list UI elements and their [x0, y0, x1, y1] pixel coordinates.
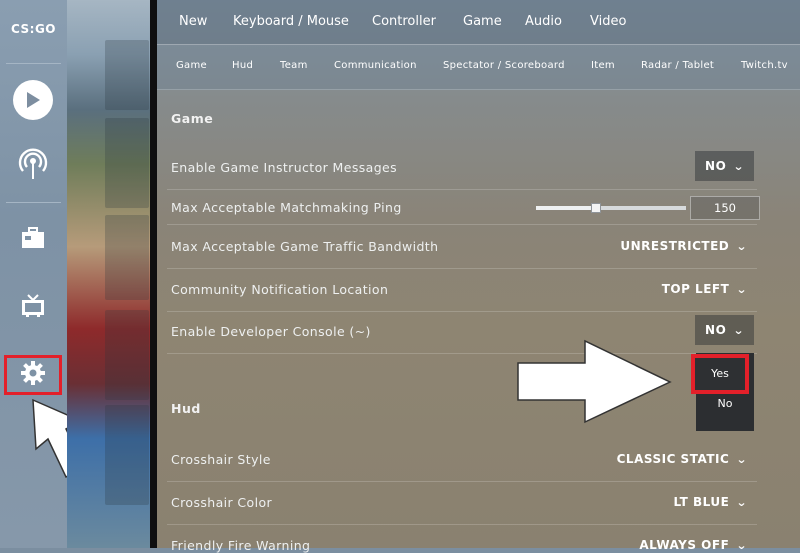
- subtab-hud[interactable]: Hud: [232, 60, 253, 71]
- chevron-down-icon: ⌄: [736, 240, 748, 253]
- dropdown-value: CLASSIC STATIC: [616, 452, 730, 466]
- setting-label: Crosshair Color: [171, 495, 273, 510]
- sub-nav: Game Hud Team Communication Spectator / …: [157, 44, 800, 90]
- dropdown-value: NO: [705, 323, 727, 337]
- setting-label: Community Notification Location: [171, 282, 389, 297]
- setting-label: Max Acceptable Game Traffic Bandwidth: [171, 239, 439, 254]
- chevron-down-icon: ⌄: [736, 539, 748, 552]
- settings-panel: New Keyboard / Mouse Controller Game Aud…: [157, 0, 800, 553]
- blurred-tile: [105, 310, 149, 400]
- sidebar-divider: [6, 63, 61, 64]
- chevron-down-icon: ⌄: [733, 160, 745, 173]
- dropdown-value: NO: [705, 159, 727, 173]
- sidebar-item-watch[interactable]: [13, 288, 53, 328]
- sidebar-divider: [6, 202, 61, 203]
- tab-game[interactable]: Game: [463, 14, 502, 29]
- slider-fill: [536, 206, 596, 210]
- gear-icon: [21, 361, 45, 389]
- crosshair-color-dropdown[interactable]: LT BLUE ⌄: [673, 495, 747, 509]
- chevron-down-icon: ⌄: [733, 324, 745, 337]
- sidebar-item-inventory[interactable]: [13, 220, 53, 260]
- subtab-game[interactable]: Game: [176, 60, 207, 71]
- developer-console-dropdown[interactable]: NO ⌄: [695, 315, 754, 345]
- sidebar: CS:GO: [0, 0, 85, 548]
- subtab-team[interactable]: Team: [280, 60, 308, 71]
- subtab-twitch[interactable]: Twitch.tv: [741, 60, 788, 71]
- dropdown-option-yes[interactable]: Yes: [691, 354, 749, 394]
- panel-divider: [150, 0, 157, 548]
- subtab-communication[interactable]: Communication: [334, 60, 417, 71]
- setting-row: Enable Game Instructor Messages NO ⌄: [167, 147, 757, 190]
- setting-row: Community Notification Location TOP LEFT…: [167, 268, 757, 312]
- subtab-item[interactable]: Item: [591, 60, 615, 71]
- pointer-arrow-right: [517, 339, 672, 424]
- setting-label: Crosshair Style: [171, 452, 271, 467]
- blurred-tile: [105, 215, 149, 300]
- chevron-down-icon: ⌄: [736, 283, 748, 296]
- tab-keyboard-mouse[interactable]: Keyboard / Mouse: [233, 14, 349, 29]
- dropdown-value: TOP LEFT: [661, 282, 730, 296]
- sidebar-item-broadcast[interactable]: [13, 147, 53, 187]
- broadcast-icon: [18, 148, 48, 186]
- sidebar-item-play[interactable]: [13, 80, 53, 120]
- dropdown-option-no[interactable]: No: [696, 397, 754, 410]
- setting-row: Max Acceptable Game Traffic Bandwidth UN…: [167, 225, 757, 269]
- csgo-logo: CS:GO: [10, 22, 57, 36]
- notification-location-dropdown[interactable]: TOP LEFT ⌄: [661, 282, 748, 296]
- play-icon: [13, 80, 53, 120]
- friendly-fire-dropdown[interactable]: ALWAYS OFF ⌄: [639, 538, 747, 552]
- ping-slider[interactable]: [536, 203, 686, 213]
- dropdown-value: LT BLUE: [673, 495, 730, 509]
- tab-video[interactable]: Video: [590, 14, 626, 29]
- subtab-radar-tablet[interactable]: Radar / Tablet: [641, 60, 714, 71]
- instructor-messages-dropdown[interactable]: NO ⌄: [695, 151, 754, 181]
- briefcase-icon: [20, 226, 46, 254]
- crosshair-style-dropdown[interactable]: CLASSIC STATIC ⌄: [616, 452, 748, 466]
- section-title-hud: Hud: [171, 401, 201, 416]
- setting-row: Crosshair Color LT BLUE ⌄: [167, 481, 757, 525]
- subtab-spectator-scoreboard[interactable]: Spectator / Scoreboard: [443, 60, 565, 71]
- setting-label: Max Acceptable Matchmaking Ping: [171, 200, 402, 215]
- setting-label: Enable Developer Console (~): [171, 324, 371, 339]
- blurred-tile: [105, 40, 149, 110]
- tv-icon: [20, 293, 46, 323]
- setting-row: Friendly Fire Warning ALWAYS OFF ⌄: [167, 524, 757, 553]
- chevron-down-icon: ⌄: [736, 496, 748, 509]
- dropdown-value: UNRESTRICTED: [620, 239, 730, 253]
- blurred-tile: [105, 118, 149, 208]
- sidebar-item-settings[interactable]: [4, 355, 62, 395]
- blurred-tile: [105, 405, 149, 505]
- setting-label: Friendly Fire Warning: [171, 538, 311, 553]
- section-title-game: Game: [171, 111, 214, 126]
- dropdown-value: ALWAYS OFF: [639, 538, 730, 552]
- tab-controller[interactable]: Controller: [372, 14, 436, 29]
- chevron-down-icon: ⌄: [736, 453, 748, 466]
- background-strip: [67, 0, 152, 548]
- tab-new[interactable]: New: [179, 14, 207, 29]
- setting-label: Enable Game Instructor Messages: [171, 160, 398, 175]
- top-nav: New Keyboard / Mouse Controller Game Aud…: [157, 0, 800, 44]
- bandwidth-dropdown[interactable]: UNRESTRICTED ⌄: [620, 239, 747, 253]
- ping-value-input[interactable]: 150: [690, 196, 760, 220]
- developer-console-options: Yes No: [691, 353, 754, 431]
- slider-handle[interactable]: [591, 203, 601, 213]
- tab-audio[interactable]: Audio: [525, 14, 562, 29]
- setting-row: Crosshair Style CLASSIC STATIC ⌄: [167, 438, 757, 482]
